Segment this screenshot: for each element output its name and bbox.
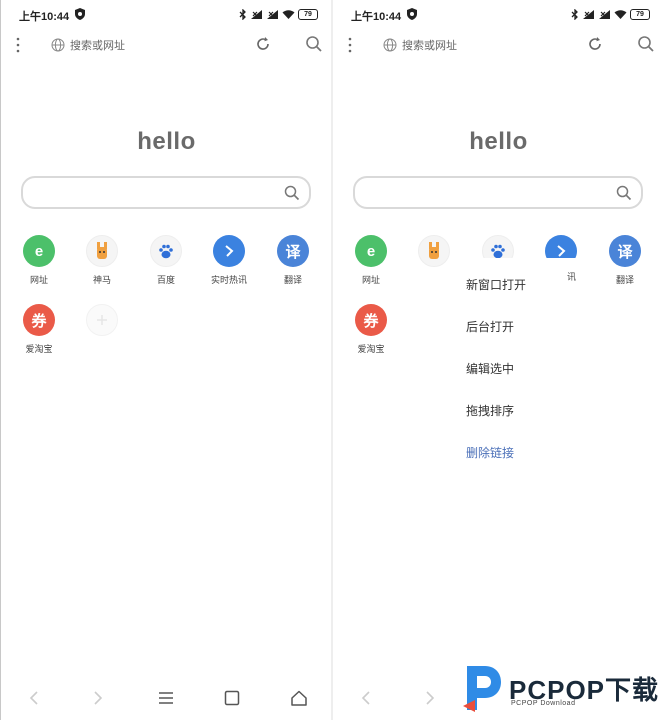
shortcut-translate[interactable]: 译 翻译 — [599, 235, 651, 286]
shortcut-shenma[interactable]: 神马 — [76, 235, 128, 286]
alpaca-icon — [86, 235, 118, 267]
partial-shortcut-label: 讯 — [567, 272, 577, 282]
paw-icon — [150, 235, 182, 267]
shortcut-label: 百度 — [156, 275, 175, 285]
watermark-sub: PCPOP Download — [511, 700, 576, 707]
e-logo-icon: e — [23, 235, 55, 267]
pcpop-logo-icon — [463, 666, 501, 712]
shortcut-baidu[interactable]: 百度 — [140, 235, 192, 286]
shortcut-realtime-news[interactable]: 实时热讯 — [203, 235, 255, 286]
browser-toolbar: 搜索或网址 — [1, 30, 332, 60]
shield-icon — [407, 8, 417, 20]
coupon-icon: 券 — [23, 304, 55, 336]
bottom-navigation — [1, 676, 332, 720]
hello-heading: hello — [469, 128, 528, 155]
signal-icon — [583, 9, 594, 19]
alpaca-icon — [418, 235, 450, 267]
status-bar: 上午10:44 79 — [333, 0, 664, 30]
bluetooth-icon — [239, 8, 246, 20]
home-search-box[interactable] — [353, 176, 643, 209]
home-icon[interactable] — [290, 689, 308, 707]
hello-heading: hello — [137, 128, 196, 155]
more-menu-icon[interactable] — [345, 36, 355, 54]
address-placeholder: 搜索或网址 — [70, 40, 125, 52]
shortcut-label: 爱淘宝 — [25, 344, 53, 354]
shortcut-label: 网址 — [29, 275, 48, 285]
wifi-icon — [614, 9, 627, 19]
menu-item-open-background[interactable]: 后台打开 — [466, 318, 514, 335]
shortcut-aitaobao[interactable]: 券 爱淘宝 — [345, 304, 397, 355]
phone-screen-left: 上午10:44 79 搜索或网址 hello e 网址 神马 百度 实时热讯 译… — [1, 0, 332, 720]
forward-icon[interactable] — [423, 690, 437, 706]
menu-icon[interactable] — [158, 691, 174, 705]
wifi-icon — [282, 9, 295, 19]
pcpop-watermark-logo: PCPOP下载 PCPOP Download — [459, 660, 664, 720]
forward-icon[interactable] — [91, 690, 105, 706]
shortcut-label: 翻译 — [283, 275, 302, 285]
back-icon[interactable] — [359, 690, 373, 706]
menu-item-drag-sort[interactable]: 拖拽排序 — [466, 402, 514, 419]
signal-icon — [267, 9, 278, 19]
shortcut-label: 爱淘宝 — [357, 344, 385, 354]
search-icon[interactable] — [284, 185, 300, 201]
status-bar: 上午10:44 79 — [1, 0, 332, 30]
menu-item-open-new-window[interactable]: 新窗口打开 — [466, 276, 526, 293]
shortcut-aitaobao[interactable]: 券 爱淘宝 — [13, 304, 65, 355]
address-placeholder: 搜索或网址 — [402, 40, 457, 52]
tabs-icon[interactable] — [224, 690, 240, 706]
search-icon[interactable] — [637, 35, 655, 53]
e-logo-icon: e — [355, 235, 387, 267]
search-icon[interactable] — [616, 185, 632, 201]
menu-item-edit-selected[interactable]: 编辑选中 — [466, 360, 514, 377]
menu-item-delete-link[interactable]: 删除链接 — [466, 444, 514, 461]
status-icons: 79 — [571, 8, 650, 20]
shortcut-translate[interactable]: 译 翻译 — [267, 235, 319, 286]
shortcut-add[interactable] — [76, 304, 128, 336]
status-time: 上午10:44 — [351, 11, 402, 23]
search-icon[interactable] — [305, 35, 323, 53]
shortcut-label: 实时热讯 — [210, 275, 247, 285]
phone-screen-right: 上午10:44 79 搜索或网址 hello e 网址 译 翻译 券 爱淘宝 讯… — [333, 0, 664, 720]
battery-icon: 79 — [298, 8, 318, 20]
battery-icon: 79 — [630, 8, 650, 20]
browser-toolbar: 搜索或网址 — [333, 30, 664, 60]
bluetooth-icon — [571, 8, 578, 20]
coupon-icon: 券 — [355, 304, 387, 336]
reload-icon[interactable] — [587, 36, 603, 52]
shortcut-wangzhi[interactable]: e 网址 — [345, 235, 397, 286]
translate-icon: 译 — [277, 235, 309, 267]
globe-icon — [383, 38, 397, 52]
shield-icon — [75, 8, 85, 20]
globe-icon — [51, 38, 65, 52]
status-time: 上午10:44 — [19, 11, 70, 23]
more-menu-icon[interactable] — [13, 36, 23, 54]
shortcut-label: 翻译 — [615, 275, 634, 285]
context-menu: 讯 新窗口打开 后台打开 编辑选中 拖拽排序 删除链接 — [456, 258, 586, 476]
address-bar[interactable]: 搜索或网址 — [383, 34, 573, 56]
translate-icon: 译 — [609, 235, 641, 267]
shortcut-shenma[interactable] — [408, 235, 460, 267]
add-icon — [86, 304, 118, 336]
shortcut-wangzhi[interactable]: e 网址 — [13, 235, 65, 286]
trending-arrow-icon — [213, 235, 245, 267]
status-icons: 79 — [239, 8, 318, 20]
home-search-box[interactable] — [21, 176, 311, 209]
signal-icon — [251, 9, 262, 19]
shortcut-label: 神马 — [92, 275, 111, 285]
shortcut-label: 网址 — [361, 275, 380, 285]
address-bar[interactable]: 搜索或网址 — [51, 34, 241, 56]
reload-icon[interactable] — [255, 36, 271, 52]
back-icon[interactable] — [27, 690, 41, 706]
signal-icon — [599, 9, 610, 19]
